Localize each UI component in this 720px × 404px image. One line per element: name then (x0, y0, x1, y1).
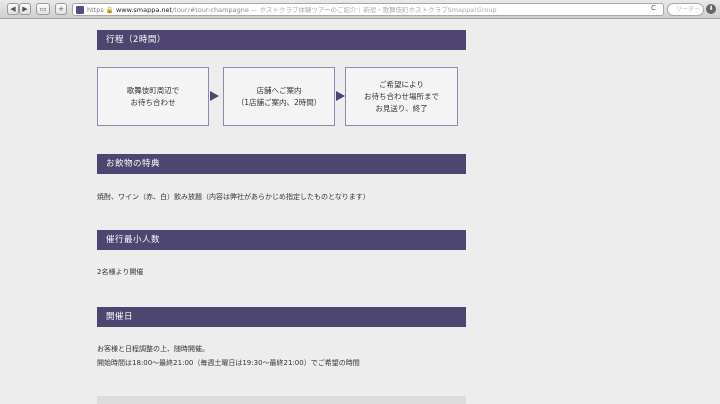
back-arrow-icon: ◀ (10, 5, 16, 13)
itinerary-step-1: 歌舞伎町周辺で お待ち合わせ (97, 67, 209, 126)
plus-icon: + (58, 5, 64, 13)
address-bar[interactable]: https 🔒 www.smappa.net/tour/#tour-champa… (72, 3, 664, 16)
browser-toolbar: ◀ ▶ ▭ + https 🔒 www.smappa.net/tour/#tou… (0, 0, 720, 19)
drinks-text: 焼酎、ワイン（赤、白）飲み放題（内容は弊社があらかじめ指定したものとなります） (97, 193, 370, 201)
url-scheme: https (87, 6, 104, 14)
dates-heading: 開催日 (97, 307, 466, 327)
sidebar-icon: ▭ (39, 5, 47, 13)
itinerary-heading: 行程（2時間） (97, 30, 466, 50)
back-button[interactable]: ◀ (7, 3, 19, 15)
site-favicon-icon (76, 6, 84, 14)
forward-arrow-icon: ▶ (22, 5, 28, 13)
min-people-text: 2名様より開催 (97, 268, 144, 276)
download-icon[interactable]: ⬇ (706, 4, 716, 14)
dates-line-1: お客様と日程調整の上、随時開催。 (97, 345, 209, 353)
min-people-heading: 催行最小人数 (97, 230, 466, 250)
url-path: /tour/#tour-champagne (172, 6, 249, 14)
reload-icon[interactable]: C (651, 4, 656, 13)
step-arrow-icon (336, 91, 345, 101)
sidebar-button[interactable]: ▭ (36, 3, 50, 15)
dates-line-2: 開始時間は18:00〜最終21:00（毎週土曜日は19:30〜最終21:00）で… (97, 359, 360, 367)
url-display[interactable]: https 🔒 www.smappa.net/tour/#tour-champa… (87, 5, 497, 15)
itinerary-step-2: 店舗へご案内 （1店舗ご案内、2時間） (223, 67, 335, 126)
next-section-block (97, 396, 466, 404)
reader-button[interactable]: リーダー (667, 3, 704, 16)
new-tab-button[interactable]: + (55, 3, 67, 15)
page-title-in-address: — ホストクラブ体験ツアーのご紹介｜新宿・歌舞伎町ホストクラブSmappa!Gr… (248, 6, 497, 14)
forward-button[interactable]: ▶ (19, 3, 31, 15)
drinks-heading: お飲物の特典 (97, 154, 466, 174)
url-host: www.smappa.net (115, 6, 173, 14)
lock-icon: 🔒 (105, 6, 114, 14)
itinerary-step-3: ご希望により お待ち合わせ場所まで お見送り、終了 (345, 67, 458, 126)
step-arrow-icon (210, 91, 219, 101)
